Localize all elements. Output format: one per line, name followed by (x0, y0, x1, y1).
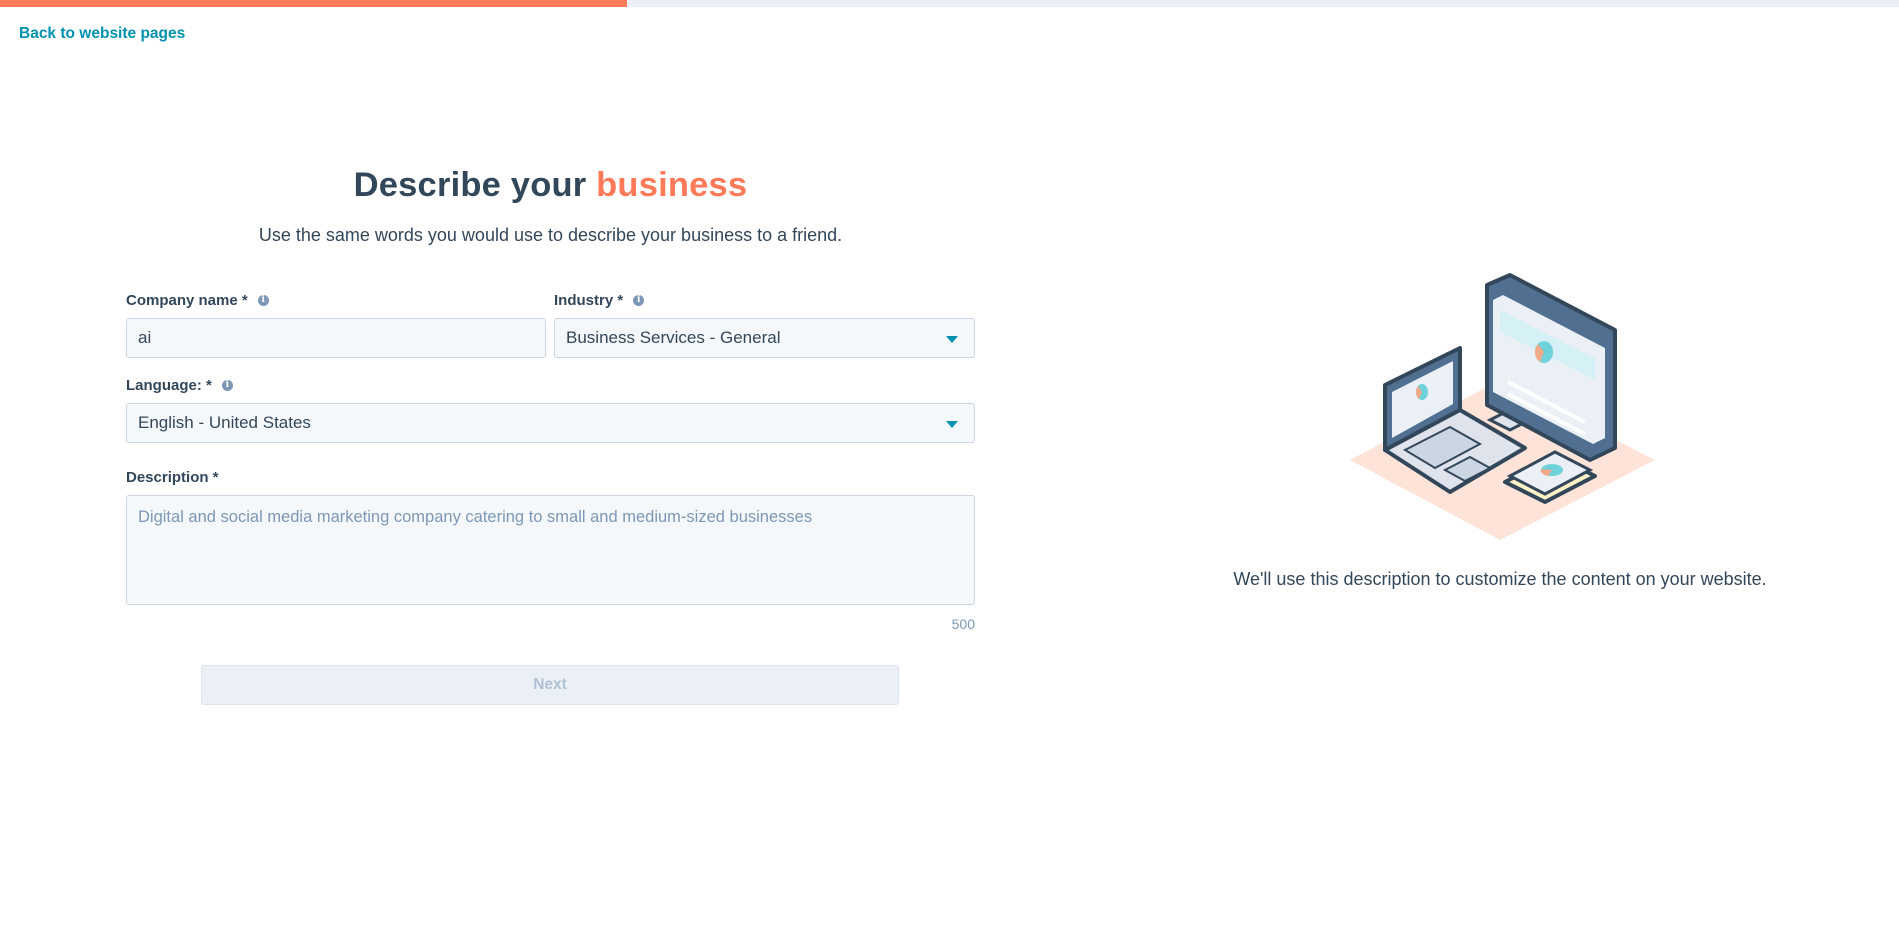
description-label: Description * (126, 469, 219, 486)
page-title: Describe your business (126, 166, 975, 205)
language-selected-value: English - United States (138, 413, 311, 432)
info-icon[interactable]: i (257, 295, 269, 306)
language-label: Language: * i (126, 377, 233, 394)
description-textarea[interactable] (138, 508, 963, 598)
helper-text: We'll use this description to customize … (1233, 569, 1767, 589)
chevron-down-icon (946, 421, 958, 428)
devices-illustration-graphic (1350, 273, 1655, 540)
language-select[interactable]: English - United States (126, 403, 975, 443)
devices-illustration (1340, 270, 1660, 550)
title-prefix: Describe your (353, 166, 597, 204)
info-icon[interactable]: i (633, 295, 645, 306)
industry-select[interactable]: Business Services - General (554, 318, 975, 358)
industry-selected-value: Business Services - General (566, 328, 781, 347)
progress-bar-fill (0, 0, 627, 7)
company-name-label-text: Company name * (126, 292, 248, 309)
company-name-input[interactable] (138, 328, 534, 348)
industry-label: Industry * i (554, 292, 645, 309)
industry-label-text: Industry * (554, 292, 624, 309)
character-counter: 500 (951, 616, 975, 632)
page-subtitle: Use the same words you would use to desc… (258, 225, 843, 245)
company-name-field[interactable] (126, 318, 546, 358)
info-icon[interactable]: i (221, 380, 233, 391)
description-field[interactable] (126, 495, 975, 605)
chevron-down-icon (946, 336, 958, 343)
title-accent: business (596, 166, 748, 204)
back-to-website-pages-link[interactable]: Back to website pages (19, 25, 185, 43)
description-label-text: Description * (126, 469, 219, 486)
progress-bar (0, 0, 1899, 7)
language-label-text: Language: * (126, 377, 212, 394)
company-name-label: Company name * i (126, 292, 269, 309)
next-button[interactable]: Next (201, 665, 899, 705)
